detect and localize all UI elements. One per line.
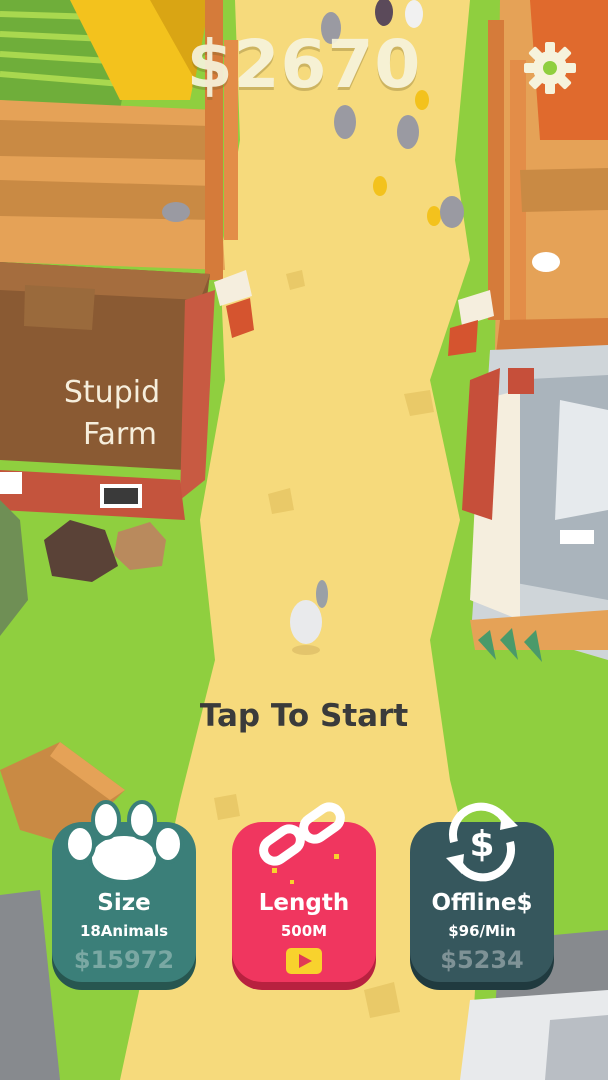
house xyxy=(462,345,608,662)
barn-sign-line1: Stupid xyxy=(64,375,160,410)
size-upgrade-button[interactable]: Size 18Animals $15972 xyxy=(52,800,196,990)
money-counter: $2670 xyxy=(186,26,422,103)
length-title: Length xyxy=(258,890,350,916)
barn: Stupid Farm xyxy=(0,262,215,520)
chicken xyxy=(532,252,560,272)
video-ad-icon xyxy=(286,948,322,974)
offline-cost: $5234 xyxy=(440,946,524,974)
size-cost: $15972 xyxy=(73,946,175,974)
offline-subtitle: $96/Min xyxy=(448,922,516,940)
tap-to-start-prompt[interactable]: Tap To Start xyxy=(0,698,608,734)
size-subtitle: 18Animals xyxy=(79,922,169,940)
offline-title: Offline$ xyxy=(431,890,533,916)
length-upgrade-button[interactable]: Length 500M xyxy=(232,802,376,990)
size-title: Size xyxy=(97,890,151,916)
gear-icon[interactable] xyxy=(520,38,580,98)
paw-icon xyxy=(64,800,184,884)
dollar-cycle-icon: $ xyxy=(446,802,518,882)
barn-sign-line2: Farm xyxy=(83,417,157,452)
length-subtitle: 500M xyxy=(280,922,328,940)
svg-text:$: $ xyxy=(469,824,494,865)
offline-income-button[interactable]: $ Offline$ $96/Min $5234 xyxy=(410,802,554,990)
chain-link-icon xyxy=(259,802,345,884)
